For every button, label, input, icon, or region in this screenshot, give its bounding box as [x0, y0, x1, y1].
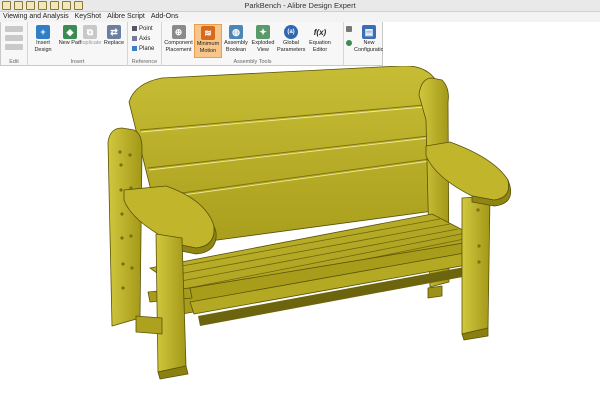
front-left-leg[interactable] — [155, 233, 187, 373]
left-rear-post[interactable] — [107, 127, 143, 327]
replace-button[interactable]: ⇄ Replace — [102, 24, 126, 58]
assembly-tools-group-label: Assembly Tools — [233, 59, 272, 65]
reference-group: Point Axis Plane Reference — [128, 22, 162, 66]
delete-icon[interactable] — [5, 44, 23, 50]
tab-keyshot[interactable]: KeyShot — [75, 12, 101, 22]
cut-icon[interactable] — [5, 26, 23, 32]
edit-group-label: Edit — [9, 59, 19, 65]
configuration-list-icon[interactable] — [346, 26, 352, 32]
equation-editor-button[interactable]: f(x) Equation Editor — [307, 24, 333, 58]
tab-add-ons[interactable]: Add-Ons — [151, 12, 179, 22]
edit-tools — [5, 26, 23, 52]
plane-icon — [132, 45, 137, 51]
duplicate-icon: ⧉ — [83, 25, 97, 39]
minimum-motion-icon: ≋ — [201, 26, 215, 40]
equation-editor-icon: f(x) — [313, 27, 327, 37]
window-title: ParkBench - Alibre Design Expert — [244, 1, 356, 10]
point-icon — [132, 25, 137, 31]
assembly-boolean-icon: ◍ — [229, 25, 243, 39]
front-right-leg[interactable] — [461, 195, 491, 335]
ribbon: Edit + Insert Design ◆ New Part ⧉ Duplic… — [0, 22, 387, 66]
new-configuration-icon: ▤ — [362, 25, 376, 39]
copy-icon[interactable] — [5, 35, 23, 41]
axis-button[interactable]: Axis — [132, 35, 150, 43]
insert-group-label: Insert — [70, 59, 85, 65]
global-parameters-button[interactable]: (a) Global Parameters — [277, 24, 305, 58]
duplicate-button[interactable]: ⧉ Duplicate — [78, 24, 102, 58]
insert-group: + Insert Design ◆ New Part ⧉ Duplicate ⇄… — [28, 22, 128, 66]
new-part-icon: ◆ — [63, 25, 77, 39]
title-bar: ParkBench - Alibre Design Expert — [0, 0, 600, 12]
exploded-view-button[interactable]: ✦ Exploded View — [250, 24, 276, 58]
plane-button[interactable]: Plane — [132, 45, 154, 53]
minimum-motion-button[interactable]: ≋ Minimum Motion — [194, 24, 222, 58]
edit-group: Edit — [1, 22, 28, 66]
reference-group-label: Reference — [131, 59, 158, 65]
assembly-boolean-button[interactable]: ◍ Assembly Boolean — [223, 24, 249, 58]
component-placement-button[interactable]: ⊕ Component Placement — [164, 24, 193, 58]
component-placement-icon: ⊕ — [171, 25, 186, 39]
seat-support-block[interactable] — [427, 285, 443, 299]
configurations-group: ▤ New Configuration — [344, 22, 387, 66]
insert-design-button[interactable]: + Insert Design — [30, 24, 56, 58]
configuration-status-icon[interactable] — [346, 40, 352, 46]
point-button[interactable]: Point — [132, 25, 153, 33]
park-bench-model[interactable] — [107, 66, 512, 380]
insert-design-icon: + — [36, 25, 50, 39]
ribbon-tabs: Viewing and Analysis KeyShot Alibre Scri… — [0, 12, 600, 22]
global-parameters-icon: (a) — [284, 25, 298, 39]
axis-icon — [132, 35, 137, 41]
model-viewport[interactable] — [0, 66, 600, 400]
new-configuration-button[interactable]: ▤ New Configuration — [354, 24, 387, 58]
tab-viewing-and-analysis[interactable]: Viewing and Analysis — [3, 12, 69, 22]
exploded-view-icon: ✦ — [256, 25, 270, 39]
tab-alibre-script[interactable]: Alibre Script — [107, 12, 145, 22]
left-lower-rail[interactable] — [135, 315, 163, 335]
replace-icon: ⇄ — [107, 25, 121, 39]
ribbon-empty-area — [383, 22, 600, 66]
assembly-tools-group: ⊕ Component Placement ≋ Minimum Motion ◍… — [162, 22, 344, 66]
